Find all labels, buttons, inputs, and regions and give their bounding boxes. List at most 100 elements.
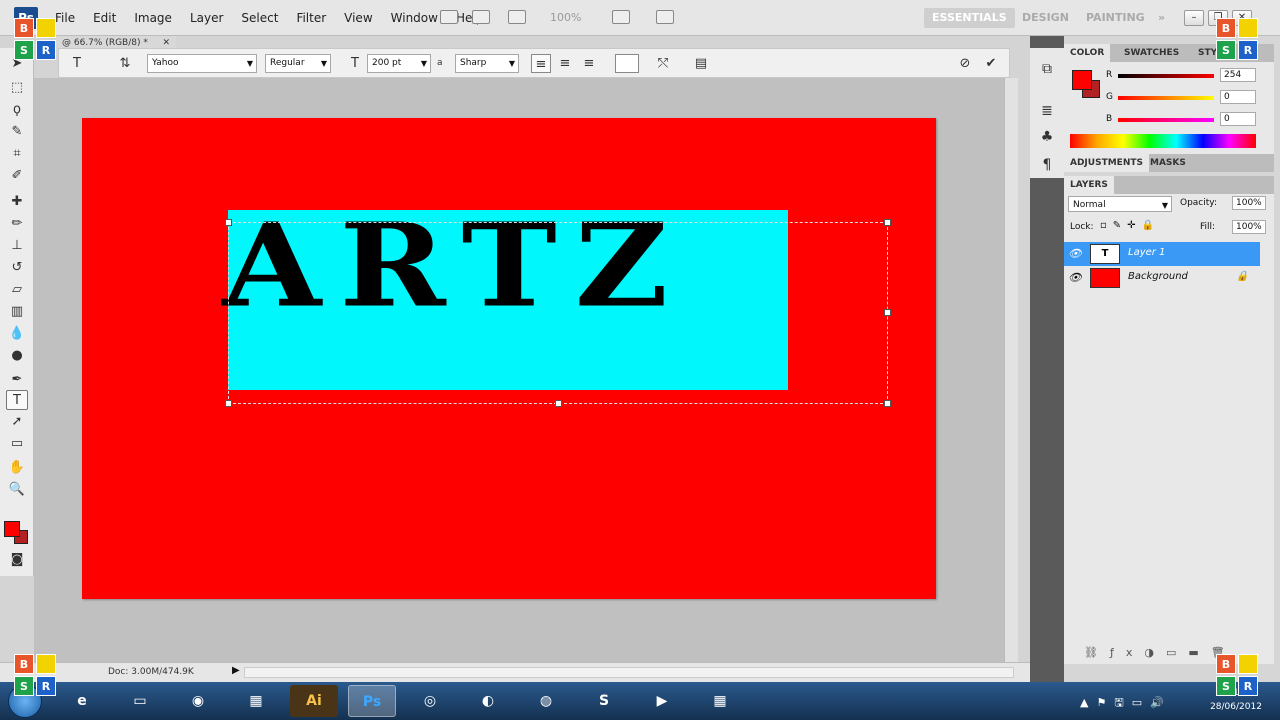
color-spectrum-bar[interactable] bbox=[1070, 134, 1256, 148]
history-panel-icon[interactable]: ⧉ bbox=[1038, 60, 1056, 78]
character-panel-icon[interactable]: ▤ bbox=[691, 54, 711, 73]
menu-select[interactable]: Select bbox=[232, 11, 287, 25]
system-tray-icons[interactable]: ▲⚑🖫▭🔊 bbox=[1080, 694, 1172, 713]
blue-value-input[interactable]: 0 bbox=[1220, 112, 1256, 126]
double-chevron-right-icon[interactable]: » bbox=[1150, 8, 1173, 28]
tab-layers[interactable]: LAYERS bbox=[1064, 176, 1114, 194]
toggle-orientation-icon[interactable]: ⇅ bbox=[115, 54, 135, 73]
marquee-tool-icon[interactable]: ⬚ bbox=[6, 78, 28, 98]
type-tool-icon[interactable]: T bbox=[6, 390, 28, 410]
horizontal-scrollbar[interactable] bbox=[244, 667, 1014, 678]
font-style-select[interactable]: Regular ▼ bbox=[265, 54, 331, 73]
pen-tool-icon[interactable]: ✒ bbox=[6, 370, 28, 390]
tab-color[interactable]: COLOR bbox=[1064, 44, 1111, 62]
video-icon[interactable]: ▶ bbox=[638, 685, 686, 717]
layer-row[interactable]: 👁 T Layer 1 bbox=[1064, 242, 1260, 266]
paragraph-panel-icon[interactable]: ¶ bbox=[1038, 156, 1056, 174]
brush-panel-icon[interactable]: ≣ bbox=[1038, 102, 1056, 120]
green-slider[interactable] bbox=[1118, 96, 1214, 100]
launch-bridge-icon[interactable] bbox=[440, 10, 458, 24]
align-right-icon[interactable]: ≡ bbox=[579, 54, 599, 73]
green-value-input[interactable]: 0 bbox=[1220, 90, 1256, 104]
blend-mode-select[interactable]: Normal ▼ bbox=[1068, 196, 1172, 212]
explorer-icon[interactable]: ▭ bbox=[116, 685, 164, 717]
minimize-button[interactable]: – bbox=[1184, 10, 1204, 26]
menu-layer[interactable]: Layer bbox=[181, 11, 232, 25]
eye-icon[interactable]: 👁 bbox=[1068, 247, 1082, 260]
chrome-icon[interactable]: ◎ bbox=[406, 685, 454, 717]
gradient-tool-icon[interactable]: ▥ bbox=[6, 302, 28, 322]
workspace-design[interactable]: DESIGN bbox=[1014, 8, 1077, 28]
workspace-essentials[interactable]: ESSENTIALS bbox=[924, 8, 1015, 28]
screen-mode-icon[interactable] bbox=[656, 10, 674, 24]
type-tool-preset-icon[interactable]: T bbox=[67, 54, 87, 73]
red-slider[interactable] bbox=[1118, 74, 1214, 78]
text-color-swatch[interactable] bbox=[615, 54, 639, 73]
menu-window[interactable]: Window bbox=[382, 11, 447, 25]
bbox-handle[interactable] bbox=[884, 219, 891, 226]
layer-name[interactable]: Background bbox=[1128, 271, 1188, 282]
hand-tool-icon[interactable]: ✋ bbox=[6, 458, 28, 478]
clone-stamp-tool-icon[interactable]: ⊥ bbox=[6, 236, 28, 256]
photoshop-taskbar-icon[interactable]: Ps bbox=[348, 685, 396, 717]
layer-name[interactable]: Layer 1 bbox=[1128, 247, 1165, 258]
history-brush-tool-icon[interactable]: ↺ bbox=[6, 258, 28, 278]
tab-adjustments[interactable]: ADJUSTMENTS bbox=[1064, 154, 1149, 172]
blur-tool-icon[interactable]: 💧 bbox=[6, 324, 28, 344]
dodge-tool-icon[interactable]: ● bbox=[6, 346, 28, 366]
calendar-icon[interactable]: ▦ bbox=[232, 685, 280, 717]
network-icon[interactable]: ◐ bbox=[464, 685, 512, 717]
ie-icon[interactable]: e bbox=[58, 685, 106, 717]
path-select-tool-icon[interactable]: ➚ bbox=[6, 412, 28, 432]
crop-tool-icon[interactable]: ⌗ bbox=[6, 144, 28, 164]
vertical-scrollbar[interactable] bbox=[1004, 78, 1018, 662]
menu-filter[interactable]: Filter bbox=[287, 11, 335, 25]
eraser-tool-icon[interactable]: ▱ bbox=[6, 280, 28, 300]
zoom-level[interactable]: 100% bbox=[550, 11, 581, 24]
red-value-input[interactable]: 254 bbox=[1220, 68, 1256, 82]
status-menu-arrow-icon[interactable]: ▶ bbox=[232, 665, 240, 676]
skype-icon[interactable]: S bbox=[580, 685, 628, 717]
canvas[interactable]: ARTZ bbox=[82, 118, 936, 599]
clone-source-icon[interactable]: ♣ bbox=[1038, 128, 1056, 146]
healing-tool-icon[interactable]: ✚ bbox=[6, 192, 28, 212]
color-panel-foreground[interactable] bbox=[1072, 70, 1092, 90]
lasso-tool-icon[interactable]: ϙ bbox=[6, 100, 28, 120]
arrange-documents-icon[interactable] bbox=[612, 10, 630, 24]
brush-tool-icon[interactable]: ✏ bbox=[6, 214, 28, 234]
eyedropper-tool-icon[interactable]: ✐ bbox=[6, 166, 28, 186]
font-size-select[interactable]: 200 pt ▼ bbox=[367, 54, 431, 73]
blue-slider[interactable] bbox=[1118, 118, 1214, 122]
bbox-handle[interactable] bbox=[884, 309, 891, 316]
menu-edit[interactable]: Edit bbox=[84, 11, 125, 25]
layer-actions[interactable]: ⛓ƒx◑▭▬🗑 bbox=[1084, 646, 1237, 659]
align-left-icon[interactable]: ≡ bbox=[531, 54, 551, 73]
zoom-tool-icon[interactable]: 🔍 bbox=[6, 480, 28, 500]
fill-input[interactable]: 100% bbox=[1232, 220, 1266, 234]
media-icon[interactable]: ◉ bbox=[174, 685, 222, 717]
opacity-input[interactable]: 100% bbox=[1232, 196, 1266, 210]
antialias-select[interactable]: Sharp ▼ bbox=[455, 54, 519, 73]
bbox-handle[interactable] bbox=[225, 219, 232, 226]
view-extras-icon[interactable] bbox=[508, 10, 526, 24]
layer-row[interactable]: 👁 Background 🔒 bbox=[1064, 266, 1260, 290]
menu-view[interactable]: View bbox=[335, 11, 381, 25]
bbox-handle[interactable] bbox=[884, 400, 891, 407]
commit-edit-icon[interactable]: ✔ bbox=[981, 54, 1001, 73]
text-bounding-box[interactable] bbox=[225, 219, 891, 407]
launch-mini-bridge-icon[interactable] bbox=[472, 10, 490, 24]
document-size[interactable]: Doc: 3.00M/474.9K bbox=[108, 667, 194, 677]
bbox-handle[interactable] bbox=[225, 400, 232, 407]
shape-tool-icon[interactable]: ▭ bbox=[6, 434, 28, 454]
quick-select-tool-icon[interactable]: ✎ bbox=[6, 122, 28, 142]
align-center-icon[interactable]: ≡ bbox=[555, 54, 575, 73]
workspace-painting[interactable]: PAINTING bbox=[1078, 8, 1153, 28]
tab-swatches[interactable]: SWATCHES bbox=[1118, 44, 1185, 62]
menu-image[interactable]: Image bbox=[125, 11, 181, 25]
foreground-color-swatch[interactable] bbox=[4, 521, 20, 537]
bsrs-icon[interactable]: ▦ bbox=[696, 685, 744, 717]
bbox-handle[interactable] bbox=[555, 400, 562, 407]
eye-icon[interactable]: 👁 bbox=[1068, 271, 1082, 284]
warp-text-icon[interactable]: ⤲ bbox=[653, 54, 673, 73]
cancel-edit-icon[interactable]: ⊘ bbox=[955, 54, 975, 73]
